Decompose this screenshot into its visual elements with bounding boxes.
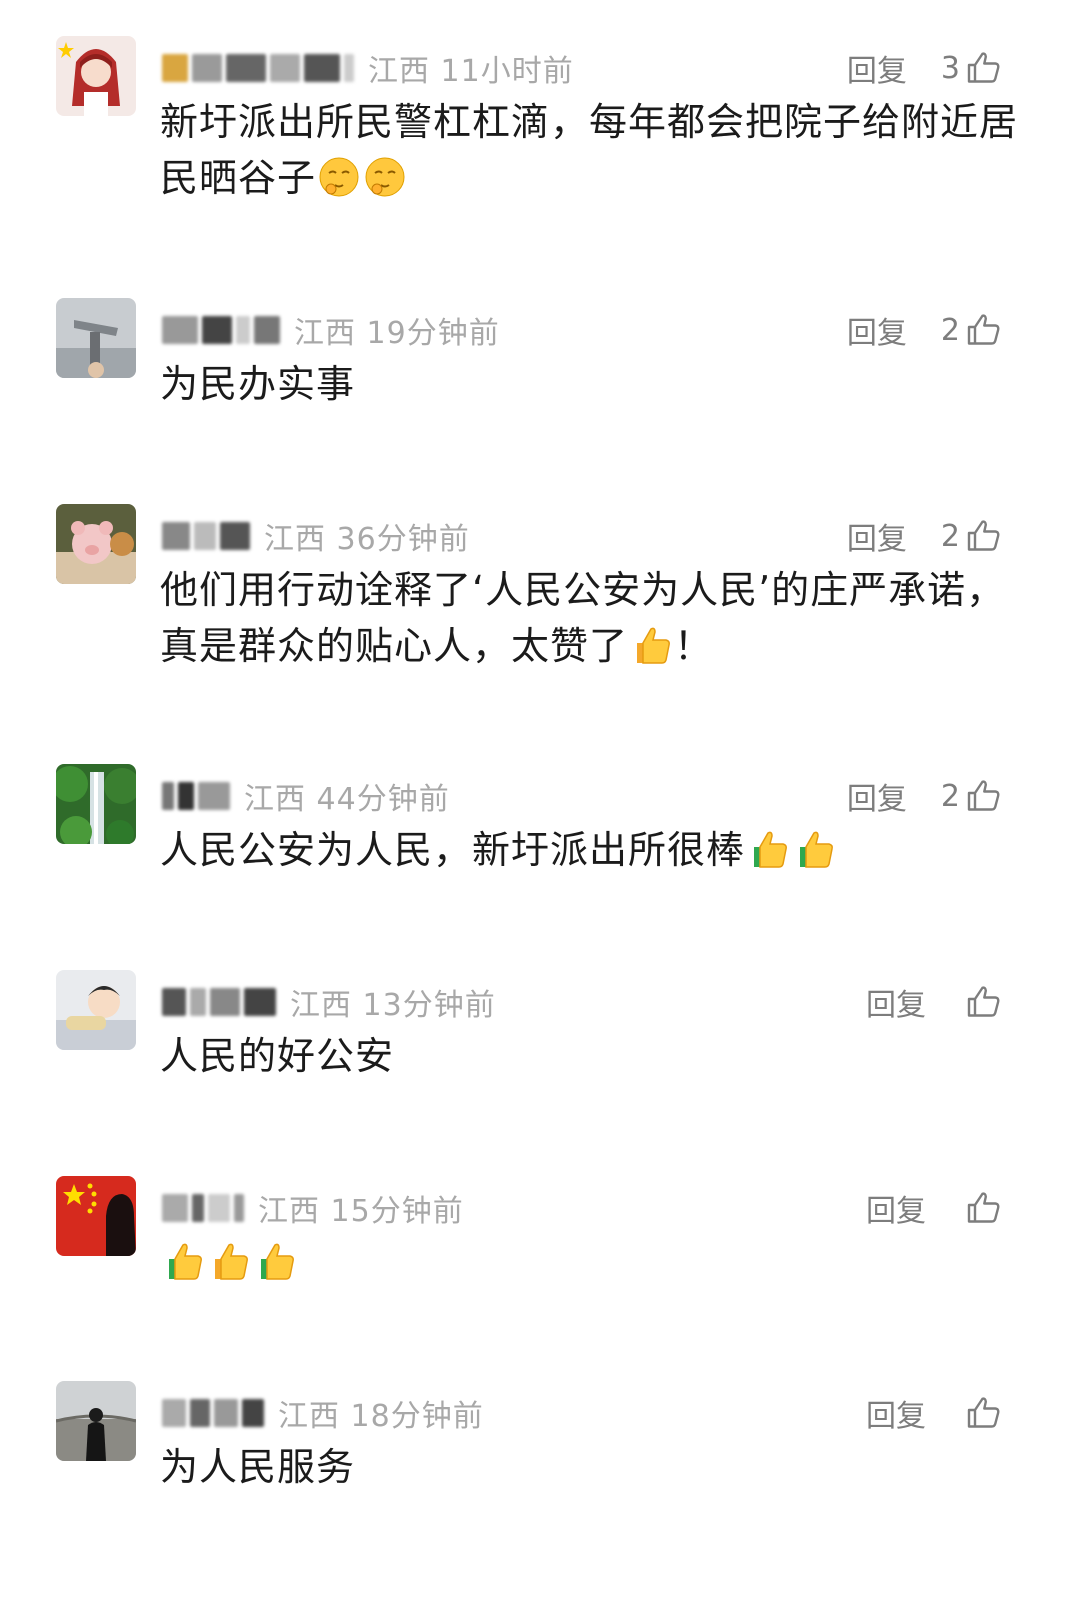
thumbs-up-emoji <box>746 827 790 871</box>
thumbs-up-emoji <box>792 827 836 871</box>
comment-text: 为民办实事 <box>160 362 356 406</box>
thumbs-up-emoji <box>207 1239 251 1283</box>
username-blurred[interactable] <box>162 1194 244 1222</box>
thumbs-up-outline-icon[interactable] <box>966 518 1002 554</box>
like-count: 2 <box>940 778 960 814</box>
username-blurred[interactable] <box>162 316 280 344</box>
reply-button[interactable]: 回复 <box>847 46 907 90</box>
comment-text: 新圩派出所民警杠杠滴，每年都会把院子给附近居民晒谷子 <box>160 100 1019 200</box>
like-count: 2 <box>940 312 960 348</box>
avatar[interactable] <box>56 298 136 378</box>
thumbs-up-outline-icon[interactable] <box>966 984 1002 1020</box>
avatar[interactable] <box>56 970 136 1050</box>
username-blurred[interactable] <box>162 988 276 1016</box>
like-count: 2 <box>940 518 960 554</box>
region-time: 江西 18分钟前 <box>278 1399 484 1434</box>
reply-button[interactable]: 回复 <box>847 774 907 818</box>
thumbs-up-outline-icon[interactable] <box>966 50 1002 86</box>
reply-button[interactable]: 回复 <box>866 980 926 1024</box>
avatar[interactable] <box>56 504 136 584</box>
region-time: 江西 11小时前 <box>368 54 574 89</box>
username-blurred[interactable] <box>162 54 354 82</box>
thumbs-up-outline-icon[interactable] <box>966 312 1002 348</box>
comment-text: 为人民服务 <box>160 1445 356 1489</box>
reply-button[interactable]: 回复 <box>847 308 907 352</box>
avatar[interactable] <box>56 1381 136 1461</box>
avatar[interactable] <box>56 764 136 844</box>
region-time: 江西 36分钟前 <box>264 522 470 557</box>
region-time: 江西 15分钟前 <box>258 1194 464 1229</box>
username-blurred[interactable] <box>162 1399 264 1427</box>
shy-face-emoji <box>317 155 361 199</box>
reply-button[interactable]: 回复 <box>866 1186 926 1230</box>
thumbs-up-outline-icon[interactable] <box>966 778 1002 814</box>
thumbs-up-emoji <box>629 623 673 667</box>
avatar[interactable] <box>56 36 136 116</box>
comment-text <box>160 1234 1020 1290</box>
username-blurred[interactable] <box>162 522 250 550</box>
thumbs-up-outline-icon[interactable] <box>966 1395 1002 1431</box>
reply-button[interactable]: 回复 <box>847 514 907 558</box>
comment-text: 人民的好公安 <box>160 1034 395 1078</box>
avatar[interactable] <box>56 1176 136 1256</box>
like-count: 3 <box>940 50 960 86</box>
comment-text: 他们用行动诠释了‘人民公安为人民’的庄严承诺，真是群众的贴心人，太赞了！ <box>160 568 1006 668</box>
username-blurred[interactable] <box>162 782 230 810</box>
thumbs-up-emoji <box>161 1239 205 1283</box>
thumbs-up-emoji <box>253 1239 297 1283</box>
region-time: 江西 13分钟前 <box>290 988 496 1023</box>
region-time: 江西 19分钟前 <box>294 316 500 351</box>
shy-face-emoji <box>363 155 407 199</box>
reply-button[interactable]: 回复 <box>866 1391 926 1435</box>
comment-text: 人民公安为人民，新圩派出所很棒 <box>160 822 1020 878</box>
region-time: 江西 44分钟前 <box>244 782 450 817</box>
thumbs-up-outline-icon[interactable] <box>966 1190 1002 1226</box>
